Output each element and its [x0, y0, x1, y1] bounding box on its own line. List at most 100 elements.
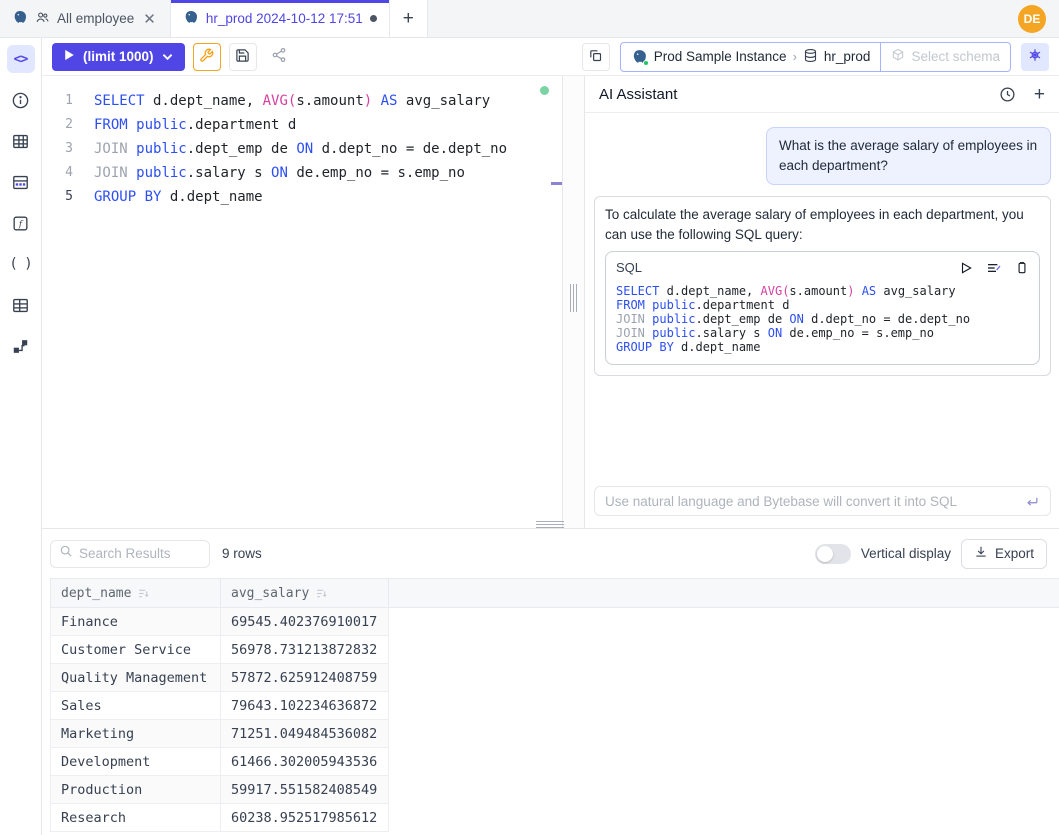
cell-avg-salary[interactable]: 57872.625912408759 — [221, 664, 389, 692]
cell-dept-name[interactable]: Finance — [51, 608, 221, 636]
play-icon — [64, 49, 75, 64]
row-count: 9 rows — [222, 546, 262, 561]
users-icon — [35, 10, 50, 28]
sidebar-item-info[interactable] — [7, 86, 35, 114]
new-tab-button[interactable]: + — [390, 0, 428, 37]
tab-hr-prod[interactable]: hr_prod 2024-10-12 17:51 — [171, 0, 390, 37]
export-button[interactable]: Export — [961, 539, 1047, 569]
instance-database-selector[interactable]: Prod Sample Instance › hr_prod — [621, 43, 881, 71]
code-line: SELECT d.dept_name, AVG(s.amount) AS avg… — [616, 284, 1029, 298]
cell-avg-salary[interactable]: 59917.551582408549 — [221, 776, 389, 804]
share-sheet-button[interactable] — [265, 43, 293, 71]
cell-dept-name[interactable]: Quality Management — [51, 664, 221, 692]
table-row[interactable]: Quality Management57872.625912408759 — [51, 664, 389, 692]
table-icon — [11, 296, 30, 315]
editor-line[interactable]: 5GROUP BY d.dept_name — [42, 185, 562, 209]
table-row[interactable]: Finance69545.402376910017 — [51, 608, 389, 636]
copy-icon[interactable] — [1015, 261, 1029, 275]
close-icon[interactable]: ✕ — [141, 10, 158, 28]
cell-avg-salary[interactable]: 69545.402376910017 — [221, 608, 389, 636]
code-line: JOIN public.dept_emp de ON d.dept_no = d… — [616, 312, 1029, 326]
sidebar-item-table-data[interactable] — [7, 168, 35, 196]
code-text: JOIN public.dept_emp de ON d.dept_no = d… — [94, 137, 507, 161]
history-icon[interactable] — [999, 86, 1016, 103]
table-row[interactable]: Customer Service56978.731213872832 — [51, 636, 389, 664]
editor-line[interactable]: 4JOIN public.salary s ON de.emp_no = s.e… — [42, 161, 562, 185]
table-data-icon — [11, 173, 30, 192]
table-row[interactable]: Marketing71251.049484536082 — [51, 720, 389, 748]
cell-dept-name[interactable]: Sales — [51, 692, 221, 720]
sort-icon[interactable] — [315, 587, 328, 600]
ai-assistant-button[interactable] — [1021, 43, 1049, 71]
vertical-split-gutter[interactable] — [563, 76, 584, 528]
wrench-icon — [199, 48, 214, 66]
cell-dept-name[interactable]: Development — [51, 748, 221, 776]
database-name: hr_prod — [824, 49, 871, 64]
sidebar-item-external-tables[interactable] — [7, 291, 35, 319]
cell-avg-salary[interactable]: 56978.731213872832 — [221, 636, 389, 664]
sidebar-item-procedures[interactable]: ( ) — [7, 250, 35, 278]
code-line: JOIN public.salary s ON de.emp_no = s.em… — [616, 326, 1029, 340]
ai-prompt-input[interactable] — [605, 494, 1017, 509]
save-sheet-button[interactable] — [229, 43, 257, 71]
run-code-icon[interactable] — [959, 261, 973, 275]
line-number: 3 — [42, 137, 94, 161]
column-header-filler — [389, 579, 1059, 607]
tab-label: hr_prod 2024-10-12 17:51 — [206, 11, 363, 26]
tab-all-employee[interactable]: All employee ✕ — [0, 0, 171, 37]
breadcrumb-separator: › — [793, 49, 797, 64]
connection-ok-dot-icon — [540, 86, 549, 95]
cell-dept-name[interactable]: Production — [51, 776, 221, 804]
code-line: GROUP BY d.dept_name — [616, 340, 1029, 354]
table-row[interactable]: Production59917.551582408549 — [51, 776, 389, 804]
cell-avg-salary[interactable]: 61466.302005943536 — [221, 748, 389, 776]
cell-avg-salary[interactable]: 79643.102234636872 — [221, 692, 389, 720]
search-icon — [59, 544, 73, 563]
assistant-message: To calculate the average salary of emplo… — [594, 196, 1051, 376]
results-table: dept_name avg_salary Finance69545.402376… — [50, 578, 1059, 832]
sidebar-item-functions[interactable]: f — [7, 209, 35, 237]
column-header-dept-name[interactable]: dept_name — [51, 579, 221, 607]
vertical-display-label: Vertical display — [861, 546, 951, 561]
format-sql-button[interactable] — [193, 43, 221, 71]
sidebar-item-schema-diagram[interactable] — [7, 332, 35, 360]
editor-line[interactable]: 1SELECT d.dept_name, AVG(s.amount) AS av… — [42, 89, 562, 113]
table-row[interactable]: Development61466.302005943536 — [51, 748, 389, 776]
table-row[interactable]: Sales79643.102234636872 — [51, 692, 389, 720]
postgres-icon — [183, 9, 199, 28]
line-number: 1 — [42, 89, 94, 113]
share-icon — [271, 47, 287, 66]
vertical-resize-handle[interactable] — [570, 284, 577, 312]
code-text: FROM public.department d — [94, 113, 296, 137]
batch-mode-button[interactable] — [582, 43, 610, 71]
insert-code-icon[interactable] — [986, 260, 1002, 276]
save-icon — [235, 48, 250, 66]
column-header-avg-salary[interactable]: avg_salary — [221, 579, 389, 607]
enter-icon[interactable] — [1025, 494, 1040, 509]
cell-dept-name[interactable]: Marketing — [51, 720, 221, 748]
user-message-bubble: What is the average salary of employees … — [766, 127, 1051, 185]
run-query-button[interactable]: (limit 1000) — [52, 43, 185, 71]
editor-line[interactable]: 3JOIN public.dept_emp de ON d.dept_no = … — [42, 137, 562, 161]
instance-name: Prod Sample Instance — [654, 49, 787, 64]
results-panel: 9 rows Vertical display Export dept_name… — [42, 528, 1059, 835]
cell-dept-name[interactable]: Research — [51, 804, 221, 832]
editor-line[interactable]: 2FROM public.department d — [42, 113, 562, 137]
vertical-display-toggle[interactable] — [815, 544, 851, 564]
sidebar-item-worksheet[interactable]: <> — [7, 45, 35, 73]
sort-icon[interactable] — [137, 587, 150, 600]
sql-editor[interactable]: 1SELECT d.dept_name, AVG(s.amount) AS av… — [42, 76, 563, 528]
table-row[interactable]: Research60238.952517985612 — [51, 804, 389, 832]
assistant-text: To calculate the average salary of emplo… — [605, 205, 1040, 245]
new-chat-icon[interactable]: + — [1034, 85, 1045, 104]
function-icon: f — [11, 214, 30, 233]
line-number: 4 — [42, 161, 94, 185]
search-results-input[interactable] — [79, 546, 201, 561]
line-number: 2 — [42, 113, 94, 137]
cell-avg-salary[interactable]: 60238.952517985612 — [221, 804, 389, 832]
schema-selector[interactable]: Select schema — [880, 43, 1010, 71]
cell-dept-name[interactable]: Customer Service — [51, 636, 221, 664]
sidebar-item-tables[interactable] — [7, 127, 35, 155]
cell-avg-salary[interactable]: 71251.049484536082 — [221, 720, 389, 748]
avatar[interactable]: DE — [1018, 5, 1046, 33]
